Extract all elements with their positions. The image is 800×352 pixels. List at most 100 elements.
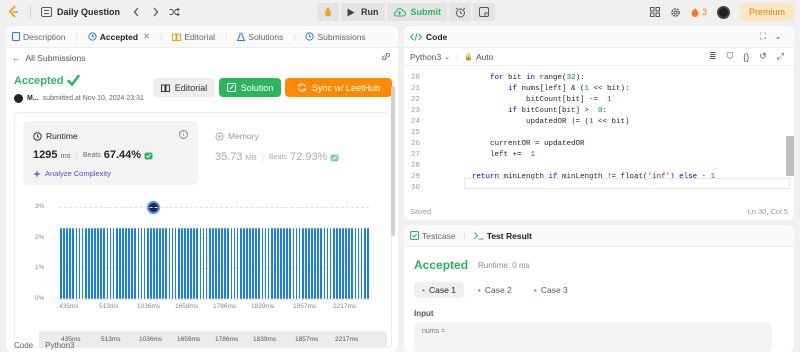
chart-bar[interactable] (329, 228, 332, 299)
chart-bar[interactable] (180, 228, 183, 299)
chart-bar[interactable] (193, 228, 195, 299)
chart-bar[interactable] (273, 228, 276, 299)
settings-gear-icon[interactable] (670, 7, 681, 18)
chart-bar[interactable] (118, 228, 121, 299)
chart-bar[interactable] (348, 228, 350, 299)
editor-scrollbar[interactable] (786, 136, 794, 176)
chart-bar[interactable] (289, 228, 292, 299)
user-avatar-small[interactable] (14, 94, 23, 103)
chart-bar[interactable] (205, 228, 208, 299)
chart-bar[interactable] (112, 228, 115, 299)
chart-bar[interactable] (227, 228, 230, 299)
braces-icon[interactable]: {} (743, 52, 749, 62)
input-value-box[interactable]: nums = (414, 322, 772, 352)
back-to-submissions[interactable]: ← All Submissions (12, 53, 86, 63)
run-button[interactable]: Run (341, 3, 385, 21)
close-tab-icon[interactable]: ✕ (143, 31, 150, 42)
chart-bar[interactable] (323, 228, 326, 299)
maximize-icon[interactable]: ⛶ (760, 31, 766, 42)
problem-list-icon[interactable] (41, 7, 52, 17)
username[interactable]: M... (27, 95, 39, 102)
code-line[interactable]: 27 left += 1 (404, 151, 784, 162)
chart-bar[interactable] (122, 228, 124, 299)
chart-bar[interactable] (202, 228, 205, 299)
chart-bar[interactable] (146, 228, 149, 299)
case-2-tab[interactable]: • Case 2 (470, 282, 520, 298)
chart-bar[interactable] (332, 228, 335, 299)
chart-bar[interactable] (168, 228, 171, 299)
streak-counter[interactable]: 3 (691, 7, 707, 17)
language-select[interactable]: Python3 (410, 52, 441, 62)
chart-bar[interactable] (335, 228, 338, 299)
chart-bar[interactable] (314, 228, 316, 299)
chart-bar[interactable] (261, 228, 264, 299)
chart-bar[interactable] (267, 228, 270, 299)
chart-bar[interactable] (156, 228, 158, 299)
chart-bar[interactable] (125, 228, 127, 299)
chart-bar[interactable] (320, 228, 323, 299)
chart-bar[interactable] (109, 228, 112, 299)
chart-bar[interactable] (233, 228, 236, 299)
code-line[interactable]: 28 (404, 162, 784, 173)
scrollbar[interactable] (391, 86, 395, 236)
chart-bar[interactable] (345, 228, 347, 299)
timer-button[interactable] (449, 3, 471, 21)
tab-description[interactable]: Description (12, 32, 66, 42)
chart-bar[interactable] (199, 228, 202, 299)
autocomplete-mode[interactable]: Auto (476, 52, 494, 62)
chart-bar[interactable] (131, 228, 133, 299)
chart-bar[interactable] (137, 228, 140, 299)
share-link-icon[interactable] (381, 52, 391, 64)
tab-accepted[interactable]: Accepted ✕ (88, 31, 150, 42)
chart-bar[interactable] (177, 228, 180, 299)
chart-bar[interactable] (153, 228, 155, 299)
tab-test-result[interactable]: Test Result (473, 231, 532, 241)
leetcode-logo-icon[interactable] (8, 5, 20, 19)
chart-bar[interactable] (280, 228, 282, 299)
tab-submissions[interactable]: Submissions (305, 32, 366, 42)
chart-bar[interactable] (218, 228, 220, 299)
memory-card[interactable]: Memory 35.73 MB | Beats 72.93% (207, 121, 382, 185)
tab-solutions[interactable]: Solutions (237, 32, 283, 42)
chart-bar[interactable] (264, 228, 267, 299)
debug-button[interactable] (317, 3, 339, 21)
case-1-tab[interactable]: • Case 1 (414, 282, 464, 298)
chart-bar[interactable] (230, 228, 233, 299)
code-line[interactable]: 21 if nums[left] & (1 << bit): (404, 85, 784, 96)
chart-bar[interactable] (351, 228, 354, 299)
chart-bar[interactable] (165, 228, 168, 299)
chart-bar[interactable] (211, 228, 214, 299)
collapse-icon[interactable]: ⌄ (774, 31, 782, 42)
chart-bar[interactable] (283, 228, 285, 299)
chart-bar[interactable] (81, 228, 84, 299)
chart-bar[interactable] (171, 228, 174, 299)
runtime-card[interactable]: Runtime i 1295 ms | Beats 67.44% Analyze… (23, 121, 198, 185)
chart-bar[interactable] (75, 228, 78, 299)
code-line[interactable]: 26 currentOR = updatedOR (404, 140, 784, 151)
chart-bar[interactable] (304, 228, 307, 299)
chart-bar[interactable] (311, 228, 313, 299)
chart-bar[interactable] (187, 228, 189, 299)
chart-bar[interactable] (69, 228, 71, 299)
chart-bar[interactable] (286, 228, 288, 299)
layout-grid-icon[interactable] (649, 7, 660, 17)
editorial-button[interactable]: Editorial (153, 78, 215, 97)
code-line[interactable]: 22 bitCount[bit] -= 1 (404, 96, 784, 107)
chart-bar[interactable] (196, 228, 199, 299)
chart-bar[interactable] (360, 228, 363, 299)
analyze-complexity-link[interactable]: Analyze Complexity (33, 169, 111, 178)
chart-bar[interactable] (255, 228, 257, 299)
chart-bar[interactable] (100, 228, 102, 299)
chart-bar[interactable] (252, 228, 254, 299)
chevron-down-icon[interactable]: ⌄ (444, 53, 450, 61)
chart-bar[interactable] (277, 228, 279, 299)
chart-bar[interactable] (221, 228, 223, 299)
chart-bar[interactable] (242, 228, 245, 299)
chart-bar[interactable] (184, 228, 186, 299)
chart-bar[interactable] (143, 228, 146, 299)
chart-bar[interactable] (215, 228, 217, 299)
code-line[interactable]: 23 if bitCount[bit] > 0: (404, 107, 784, 118)
chart-bar[interactable] (72, 228, 75, 299)
case-3-tab[interactable]: • Case 3 (526, 282, 576, 298)
chart-bar[interactable] (94, 228, 96, 299)
